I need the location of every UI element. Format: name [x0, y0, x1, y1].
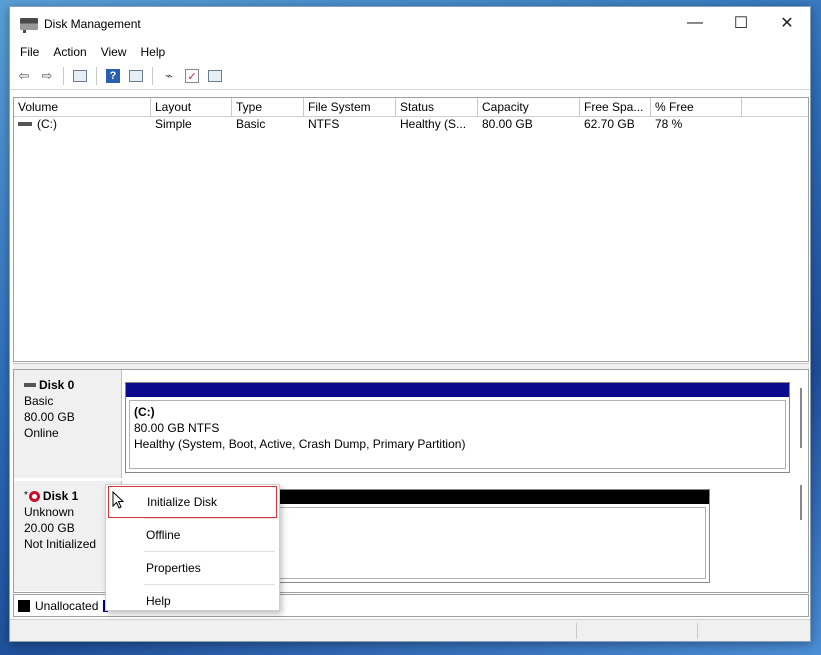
primary-partition-bar: [126, 383, 789, 397]
menu-file[interactable]: File: [13, 45, 46, 59]
column-header-type[interactable]: Type: [232, 98, 304, 117]
close-button[interactable]: ✕: [764, 7, 810, 39]
column-header-layout[interactable]: Layout: [151, 98, 232, 117]
status-bar: [10, 619, 810, 641]
disk-0-scrollbar[interactable]: [800, 388, 802, 448]
menu-action[interactable]: Action: [46, 45, 93, 59]
type-cell: Basic: [236, 117, 266, 131]
back-arrow-icon[interactable]: ⇦: [14, 66, 34, 86]
status-segment: [697, 623, 698, 639]
column-header-capacity[interactable]: Capacity: [478, 98, 580, 117]
volume-list-header: Volume Layout Type File System Status Ca…: [14, 98, 808, 117]
connect-disk-icon[interactable]: ⌁: [159, 66, 179, 86]
menu-view[interactable]: View: [94, 45, 134, 59]
column-header-percent-free[interactable]: % Free: [651, 98, 742, 117]
status-cell: Healthy (S...: [400, 117, 467, 131]
mouse-cursor-icon: [112, 491, 124, 509]
disk-0-size: 80.00 GB: [24, 410, 75, 424]
show-hide-console-tree-icon[interactable]: [70, 66, 90, 86]
disk-icon: [24, 383, 36, 387]
volume-cell: (C:): [14, 117, 151, 133]
free-space-cell: 62.70 GB: [584, 117, 635, 131]
menu-item-offline[interactable]: Offline: [108, 519, 277, 551]
maximize-button[interactable]: ☐: [718, 7, 764, 39]
legend-unallocated: Unallocated: [35, 598, 99, 613]
disk-error-icon: [28, 490, 40, 502]
disk-0-partition-c[interactable]: (C:) 80.00 GB NTFS Healthy (System, Boot…: [125, 382, 790, 473]
help-icon[interactable]: ?: [103, 66, 123, 86]
disk-0-name: Disk 0: [24, 377, 121, 393]
capacity-cell: 80.00 GB: [482, 117, 533, 131]
column-header-file-system[interactable]: File System: [304, 98, 396, 117]
forward-arrow-icon[interactable]: ⇨: [37, 66, 57, 86]
volume-name: (C:): [37, 117, 57, 131]
drive-icon: [18, 121, 32, 126]
volume-list: Volume Layout Type File System Status Ca…: [13, 97, 809, 362]
menu-help[interactable]: Help: [134, 45, 173, 59]
show-hide-action-pane-icon[interactable]: [126, 66, 146, 86]
file-system-cell: NTFS: [308, 117, 340, 131]
column-header-free-space[interactable]: Free Spa...: [580, 98, 651, 117]
toolbar-separator: [152, 67, 153, 85]
disk-context-menu: Initialize Disk Offline Properties Help: [105, 484, 280, 611]
percent-free-cell: 78 %: [655, 117, 683, 131]
column-header-volume[interactable]: Volume: [14, 98, 151, 117]
menu-item-help[interactable]: Help: [108, 585, 277, 617]
column-header-empty: [742, 98, 808, 117]
partition-c-status: Healthy (System, Boot, Active, Crash Dum…: [134, 437, 466, 451]
layout-cell: Simple: [155, 117, 192, 131]
status-segment: [576, 623, 577, 639]
table-row[interactable]: (C:) Simple Basic NTFS Healthy (S... 80.…: [14, 117, 808, 133]
properties-list-icon[interactable]: [205, 66, 225, 86]
menu-bar: File Action View Help: [10, 41, 810, 62]
partition-c-size: 80.00 GB NTFS: [134, 421, 220, 435]
disk-0-type: Basic: [24, 394, 54, 408]
unallocated-swatch: [18, 599, 30, 612]
partition-c-details: (C:) 80.00 GB NTFS Healthy (System, Boot…: [129, 400, 786, 469]
disk-0-state: Online: [24, 426, 59, 440]
disk-management-app-icon: [20, 18, 38, 33]
check-icon[interactable]: ✓: [182, 66, 202, 86]
minimize-button[interactable]: —: [672, 7, 718, 39]
column-header-status[interactable]: Status: [396, 98, 478, 117]
toolbar: ⇦ ⇨ ? ⌁ ✓: [10, 63, 810, 90]
disk-1-scrollbar[interactable]: [800, 485, 802, 520]
partition-c-label: (C:): [134, 405, 155, 419]
menu-item-initialize-disk[interactable]: Initialize Disk: [108, 486, 277, 518]
menu-item-properties[interactable]: Properties: [108, 552, 277, 584]
toolbar-separator: [63, 67, 64, 85]
window-title: Disk Management: [44, 17, 141, 31]
title-bar[interactable]: Disk Management — ☐ ✕: [10, 7, 810, 41]
toolbar-separator: [96, 67, 97, 85]
disk-0-label[interactable]: Disk 0 Basic 80.00 GB Online: [14, 370, 122, 478]
